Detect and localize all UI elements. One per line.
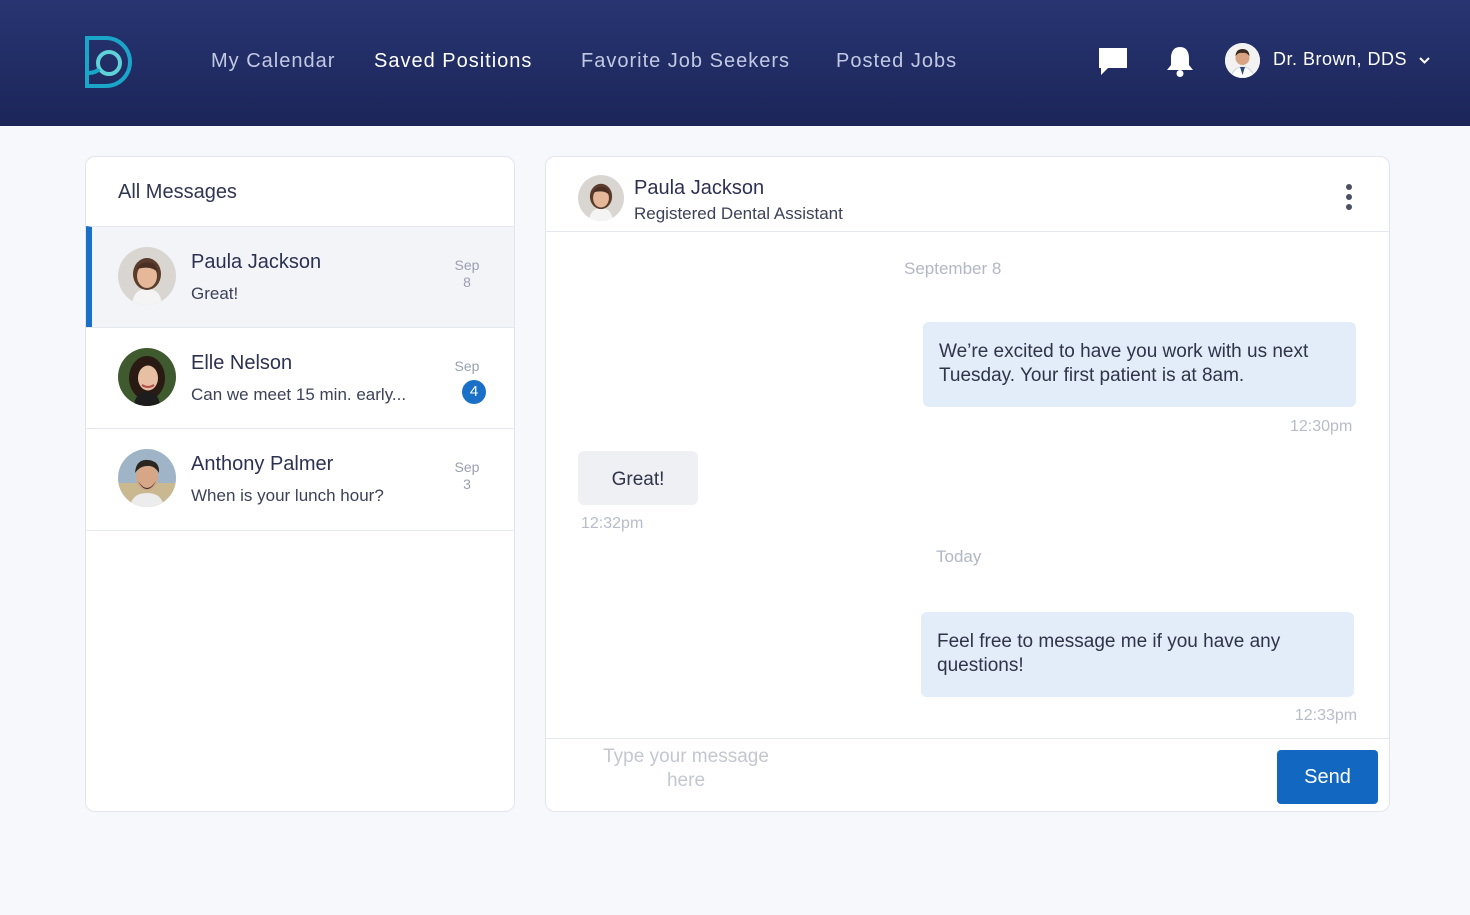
- more-options-icon[interactable]: [1343, 183, 1355, 213]
- conversation-preview: Can we meet 15 min. early...: [191, 385, 407, 404]
- outgoing-message: We’re excited to have you work with us n…: [923, 322, 1356, 407]
- message-time: 12:33pm: [1294, 707, 1358, 724]
- panel-title: All Messages: [118, 181, 237, 203]
- conversation-preview: Great!: [191, 284, 239, 303]
- conversation-date: Sep 3: [452, 459, 482, 493]
- conversation-name: Anthony Palmer: [191, 453, 334, 475]
- conversation-date: Sep 8: [452, 257, 482, 291]
- avatar: [118, 348, 176, 406]
- conversation-name: Elle Nelson: [191, 352, 293, 374]
- nav-posted-jobs[interactable]: Posted Jobs: [836, 50, 957, 73]
- nav-saved-positions[interactable]: Saved Positions: [374, 50, 532, 73]
- contact-avatar[interactable]: [578, 175, 624, 221]
- date-day: 8: [463, 274, 471, 290]
- contact-role: Registered Dental Assistant: [634, 204, 843, 223]
- date-day: 3: [463, 476, 471, 492]
- date-separator: Today: [936, 547, 982, 566]
- outgoing-message: Feel free to message me if you have any …: [921, 612, 1354, 697]
- contact-name: Paula Jackson: [634, 177, 765, 199]
- message-time: 12:32pm: [581, 515, 644, 532]
- avatar: [118, 449, 176, 507]
- conversation-preview: When is your lunch hour?: [191, 486, 384, 505]
- bell-icon[interactable]: [1165, 44, 1195, 78]
- messages-icon[interactable]: [1097, 45, 1129, 77]
- avatar: [118, 247, 176, 305]
- incoming-message: Great!: [578, 451, 698, 505]
- send-button[interactable]: Send: [1277, 750, 1378, 804]
- chevron-down-icon[interactable]: [1418, 56, 1431, 65]
- conversation-item[interactable]: Anthony Palmer When is your lunch hour? …: [86, 428, 514, 531]
- nav-my-calendar[interactable]: My Calendar: [211, 50, 335, 73]
- conversation-name: Paula Jackson: [191, 251, 322, 273]
- message-time: 12:30pm: [1290, 418, 1353, 435]
- conversation-item[interactable]: Paula Jackson Great! Sep 8: [86, 226, 514, 327]
- chat-header: Paula Jackson Registered Dental Assistan…: [546, 157, 1389, 232]
- conversation-item[interactable]: Elle Nelson Can we meet 15 min. early...…: [86, 327, 514, 428]
- message-input[interactable]: [586, 745, 786, 807]
- date-month: Sep: [454, 459, 480, 475]
- date-month: Sep: [454, 257, 480, 273]
- date-month: Sep: [454, 358, 480, 374]
- message-composer: Send: [546, 738, 1389, 812]
- unread-count-badge: 4: [462, 380, 486, 404]
- conversation-list-panel: All Messages Paula Jackson Great! Sep 8: [85, 156, 515, 812]
- app-logo[interactable]: [82, 33, 140, 91]
- chat-panel: Paula Jackson Registered Dental Assistan…: [545, 156, 1390, 812]
- nav-favorite-job-seekers[interactable]: Favorite Job Seekers: [581, 50, 790, 73]
- user-name[interactable]: Dr. Brown, DDS: [1273, 49, 1407, 70]
- conversation-date: Sep: [452, 358, 482, 375]
- top-navigation-bar: My Calendar Saved Positions Favorite Job…: [0, 0, 1470, 126]
- user-avatar[interactable]: [1225, 43, 1260, 78]
- date-separator: September 8: [904, 259, 1002, 278]
